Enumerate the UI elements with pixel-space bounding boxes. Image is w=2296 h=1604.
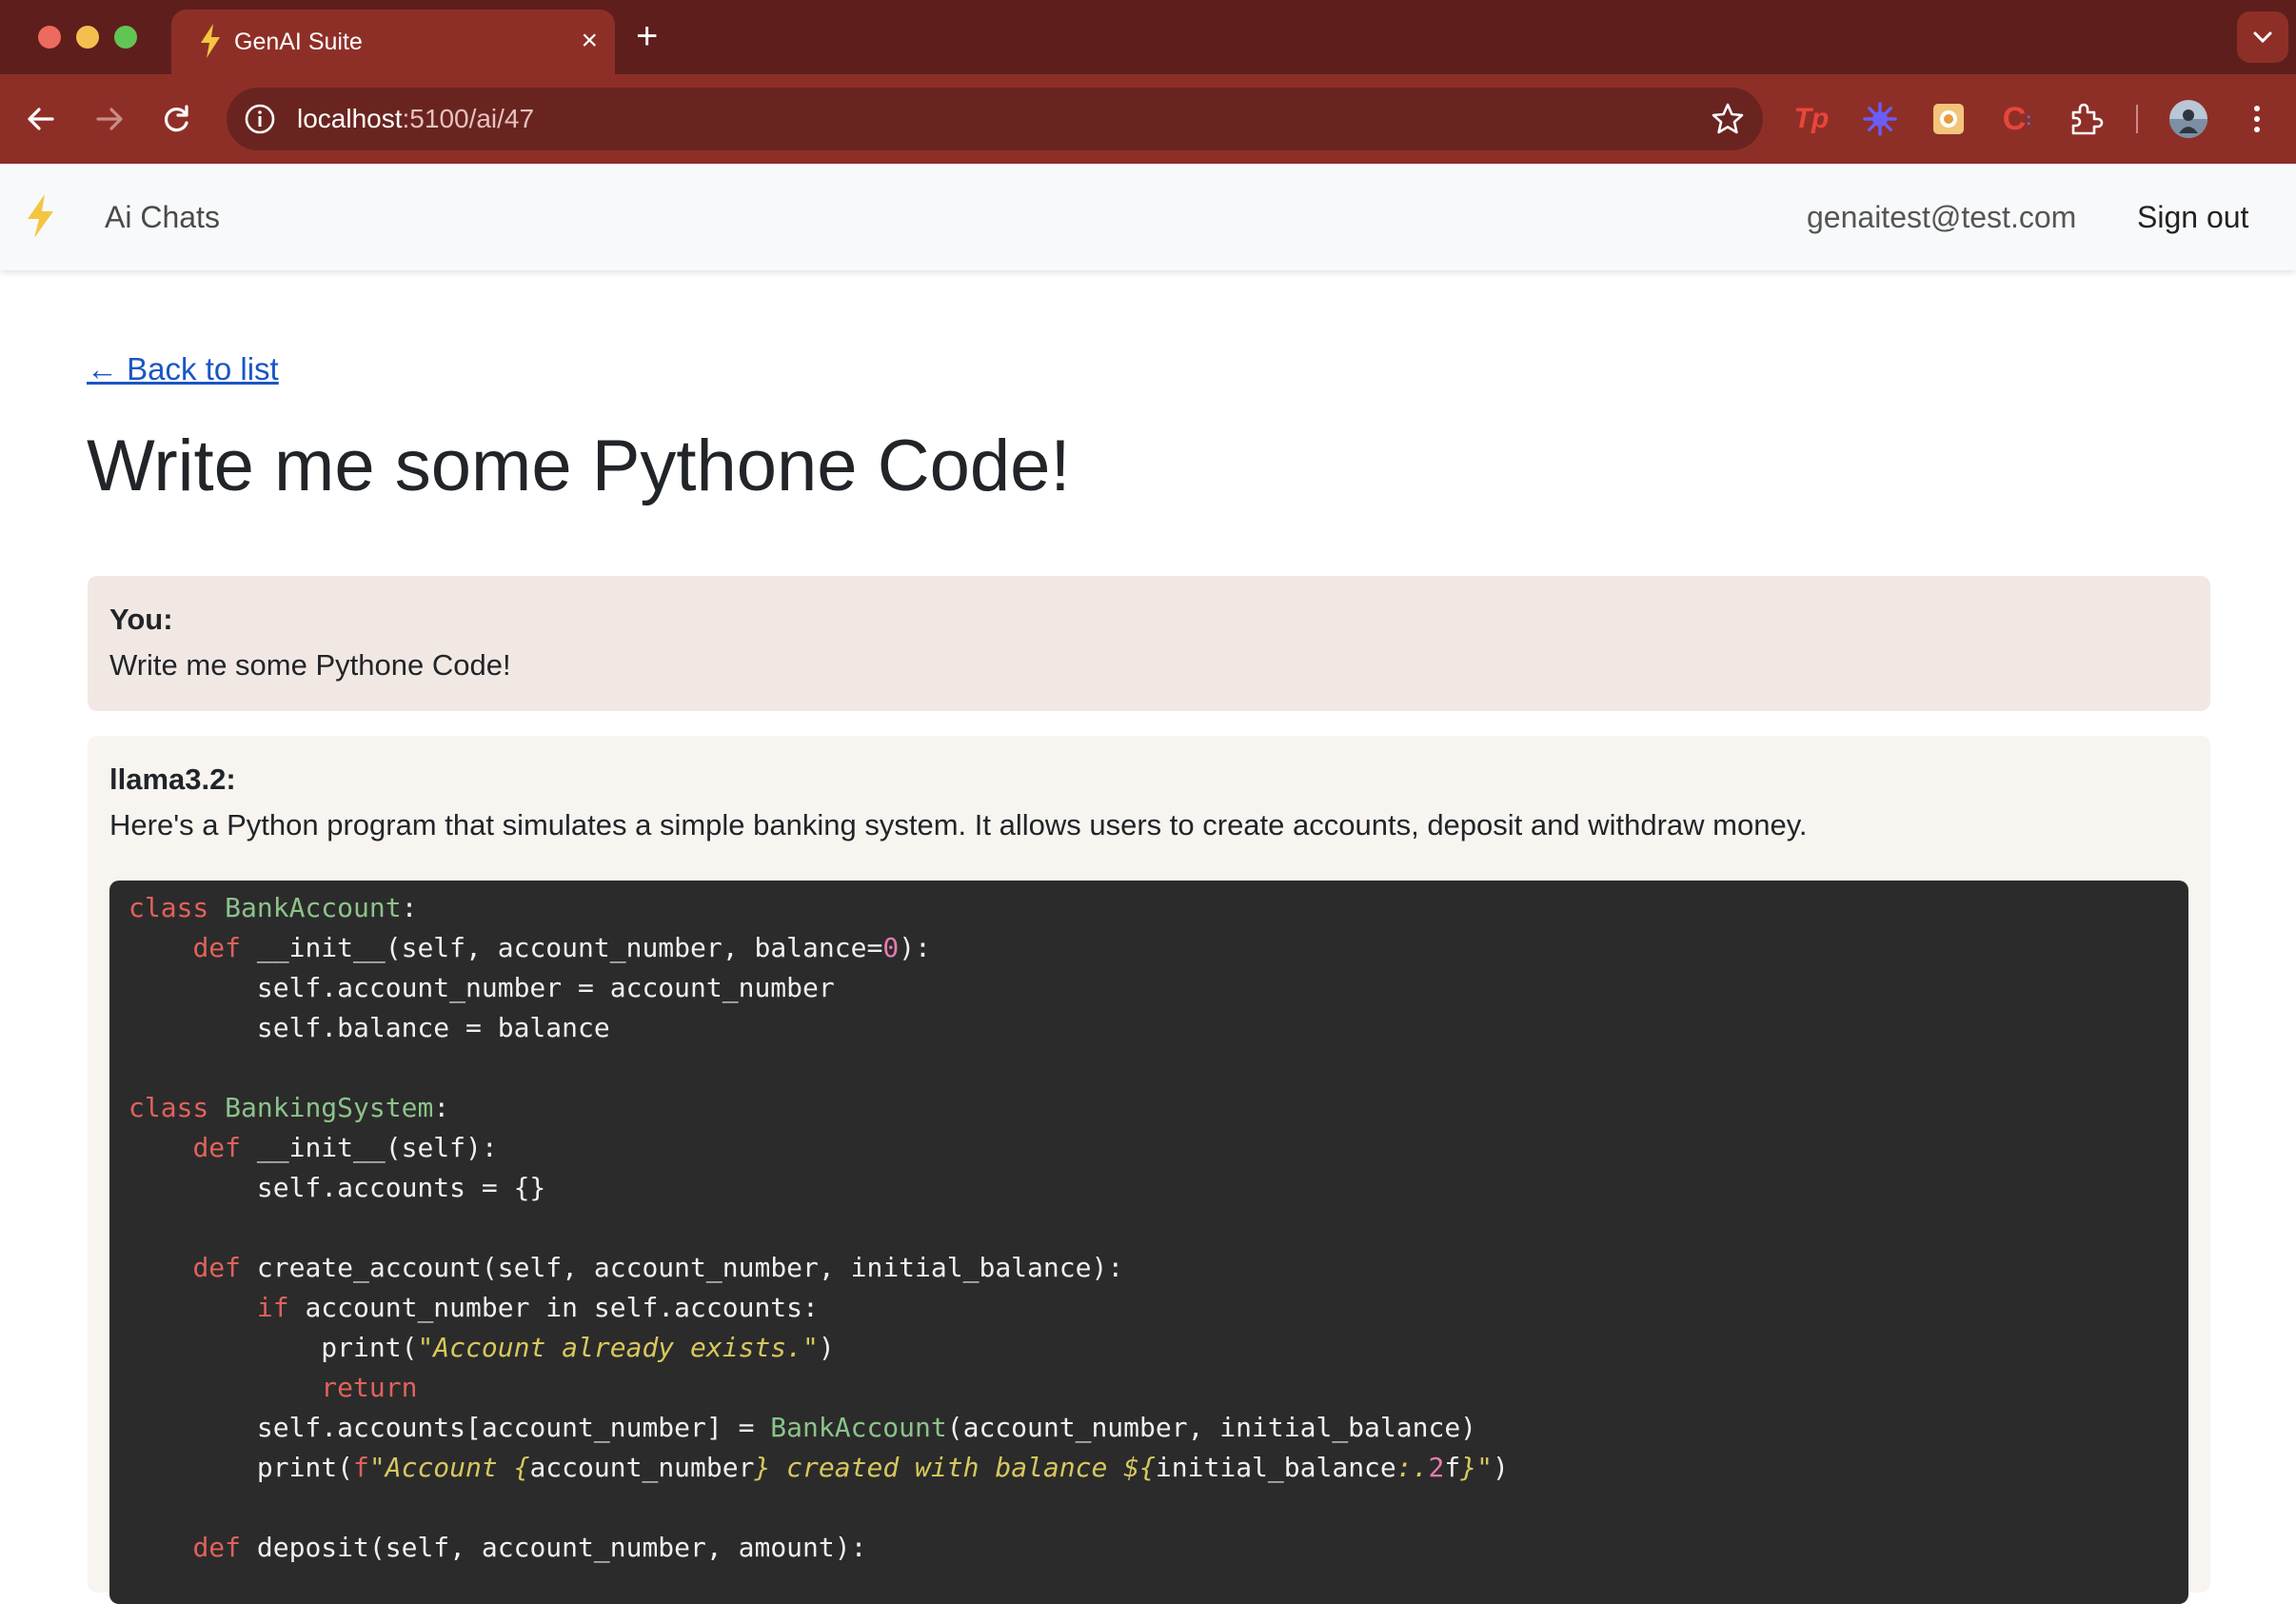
lightning-icon[interactable] [21,192,59,240]
code-line: print(f"Account {account_number} created… [129,1452,1509,1483]
page-title: Write me some Pythone Code! [87,426,1071,506]
url-text: localhost:5100/ai/47 [297,103,534,135]
code-line: class BankAccount: [129,892,418,923]
c-extension-icon[interactable]: C: [1991,93,2043,145]
minimize-window-button[interactable] [76,26,99,49]
message-author: You: [109,603,173,636]
toolbar-separator [2136,105,2138,133]
new-tab-button[interactable]: + [636,17,658,55]
code-line: def __init__(self, account_number, balan… [192,932,931,963]
user-email: genaitest@test.com [1807,200,2077,234]
code-line: return [321,1372,418,1403]
site-info-icon[interactable] [244,103,276,135]
code-line: self.balance = balance [129,1012,610,1043]
tp-extension-icon[interactable]: Tp [1786,93,1837,145]
url-host: localhost [297,104,403,133]
browser-tab-bar: GenAI Suite × + [0,0,2296,74]
tab-title: GenAI Suite [234,29,363,55]
app-navbar: Ai Chats genaitest@test.com Sign out [0,164,2296,270]
url-path: :5100/ai/47 [402,104,535,133]
code-line: def __init__(self): [192,1132,498,1163]
ai-message-card: llama3.2: Here's a Python program that s… [88,736,2210,1604]
zoom-window-button[interactable] [114,26,137,49]
reload-icon[interactable] [152,95,200,143]
message-text: Here's a Python program that simulates a… [109,808,1808,842]
code-line: def create_account(self, account_number,… [192,1252,1124,1283]
profile-avatar[interactable] [2163,93,2214,145]
code-line: def deposit(self, account_number, amount… [192,1532,867,1563]
back-arrow-icon[interactable] [17,95,65,143]
puzzle-extensions-icon[interactable] [2060,93,2111,145]
tab-search-button[interactable] [2237,11,2288,63]
browser-tab[interactable]: GenAI Suite × [171,10,615,74]
sunburst-extension-icon[interactable] [1854,93,1906,145]
browser-toolbar: localhost:5100/ai/47 Tp C: [0,74,2296,164]
user-message-card: You: Write me some Pythone Code! [88,576,2210,711]
chevron-down-icon [2253,31,2272,44]
back-to-list-link[interactable]: ← Back to list [87,348,279,390]
code-line: if account_number in self.accounts: [256,1292,819,1323]
more-vertical-icon [2254,106,2260,132]
message-text: Write me some Pythone Code! [109,648,511,682]
sign-out-link[interactable]: Sign out [2137,198,2248,236]
code-line: self.account_number = account_number [129,972,835,1003]
lightning-icon [201,24,220,58]
camera-extension-icon[interactable] [1923,93,1974,145]
code-block: class BankAccount: def __init__(self, ac… [109,881,2188,1604]
bookmark-star-icon[interactable] [1710,101,1746,137]
tab-close-button[interactable]: × [581,23,598,59]
code-line: print("Account already exists.") [129,1332,835,1363]
address-bar[interactable]: localhost:5100/ai/47 [227,88,1763,150]
forward-arrow-icon[interactable] [86,95,133,143]
message-author: llama3.2: [109,762,236,796]
code-line: self.accounts = {} [129,1172,546,1203]
browser-menu-button[interactable] [2231,93,2283,145]
nav-ai-chats[interactable]: Ai Chats [105,198,220,236]
code-line: class BankingSystem: [129,1092,450,1123]
close-window-button[interactable] [38,26,61,49]
code-line: self.accounts[account_number] = BankAcco… [129,1412,1477,1443]
